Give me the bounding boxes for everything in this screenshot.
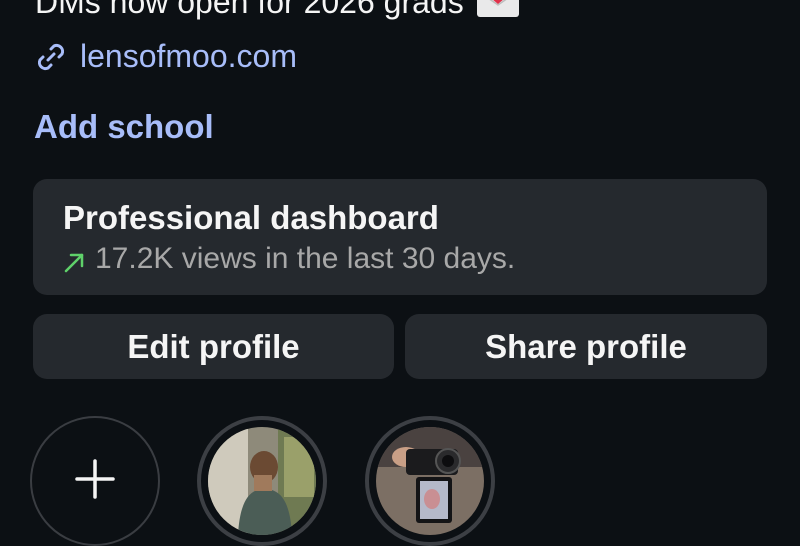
dashboard-stats: 17.2K views in the last 30 days. xyxy=(63,242,515,276)
profile-link-text[interactable]: lensofmoo.com xyxy=(80,38,297,75)
new-highlight-button[interactable] xyxy=(30,416,160,546)
edit-profile-button[interactable]: Edit profile xyxy=(33,314,394,379)
story-highlight[interactable] xyxy=(365,416,495,546)
highlight-photo-camera xyxy=(376,427,484,535)
share-profile-button[interactable]: Share profile xyxy=(405,314,767,379)
bio-text: DMs now open for 2026 grads xyxy=(35,0,520,21)
dashboard-title: Professional dashboard xyxy=(63,199,439,236)
love-letter-icon xyxy=(476,0,520,18)
profile-link[interactable]: lensofmoo.com xyxy=(34,38,297,75)
bio-line-text: DMs now open for 2026 grads xyxy=(35,0,464,20)
story-highlight[interactable] xyxy=(197,416,327,546)
plus-icon xyxy=(73,457,117,506)
add-school-link[interactable]: Add school xyxy=(34,108,214,146)
professional-dashboard-card[interactable]: Professional dashboard 17.2K views in th… xyxy=(33,179,767,295)
trend-up-icon xyxy=(63,248,85,273)
highlight-photo-person xyxy=(208,427,316,535)
link-icon xyxy=(34,40,68,74)
dashboard-stats-text: 17.2K views in the last 30 days. xyxy=(95,242,516,275)
